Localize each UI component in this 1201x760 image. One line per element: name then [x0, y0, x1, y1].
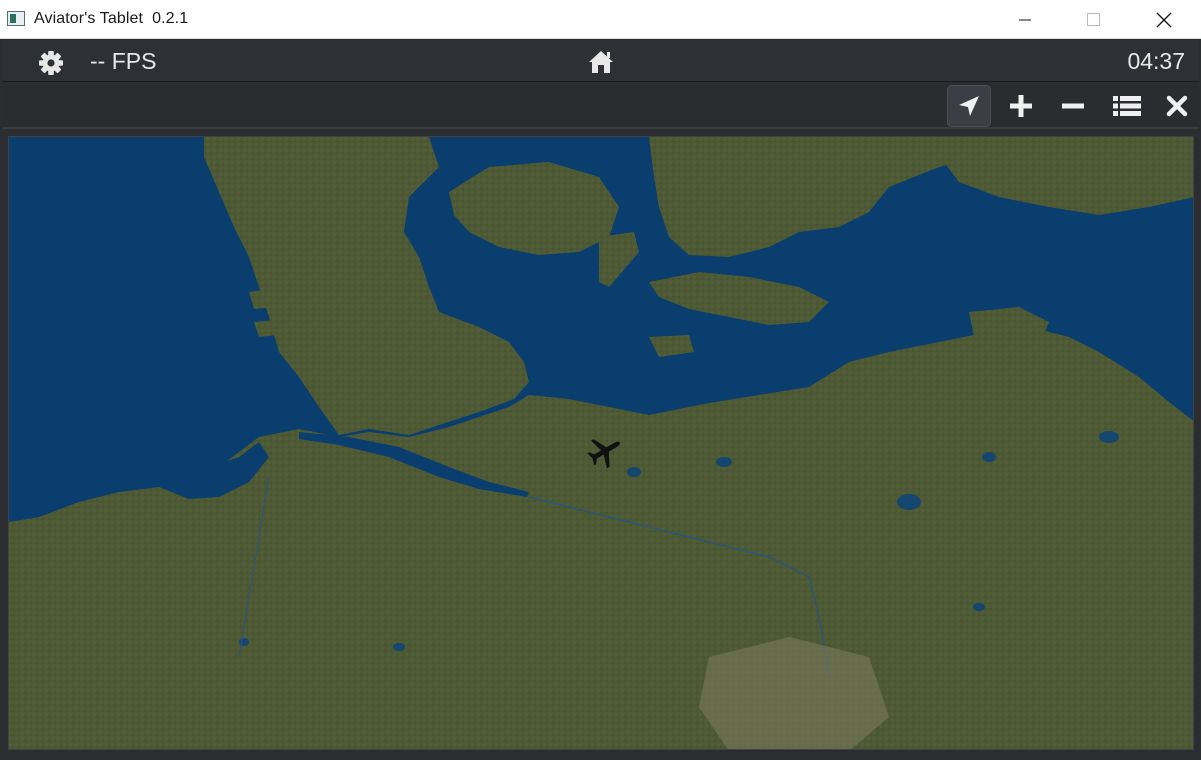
- close-window-icon: [1156, 12, 1172, 28]
- app-header: -- FPS 04:37: [2, 40, 1199, 82]
- list-icon: [1113, 96, 1141, 116]
- minus-icon: [1062, 103, 1084, 109]
- map-toolbar: [2, 83, 1199, 129]
- gear-icon: [39, 51, 63, 75]
- fps-readout: -- FPS: [90, 48, 157, 74]
- app-icon: [7, 11, 25, 26]
- aircraft-icon: [587, 439, 620, 469]
- zoom-out-button[interactable]: [1051, 85, 1095, 127]
- close-icon: [1166, 95, 1188, 117]
- clock: 04:37: [1127, 48, 1185, 74]
- window-close-button[interactable]: [1141, 0, 1187, 39]
- maximize-icon: [1087, 13, 1100, 26]
- map-view[interactable]: [8, 136, 1194, 750]
- window-titlebar: Aviator's Tablet 0.2.1: [0, 0, 1201, 39]
- home-button[interactable]: [587, 49, 615, 80]
- zoom-in-button[interactable]: [999, 85, 1043, 127]
- window-maximize-button[interactable]: [1071, 0, 1117, 39]
- layers-list-button[interactable]: [1103, 85, 1147, 127]
- minimize-icon: [1019, 19, 1031, 21]
- window-title: Aviator's Tablet 0.2.1: [34, 10, 189, 27]
- settings-button[interactable]: [38, 50, 64, 81]
- follow-aircraft-button[interactable]: [947, 85, 991, 127]
- plus-icon: [1010, 95, 1032, 117]
- window-minimize-button[interactable]: [1002, 0, 1048, 39]
- navigation-arrow-icon: [959, 96, 979, 116]
- home-icon: [589, 51, 613, 73]
- close-map-button[interactable]: [1155, 85, 1199, 127]
